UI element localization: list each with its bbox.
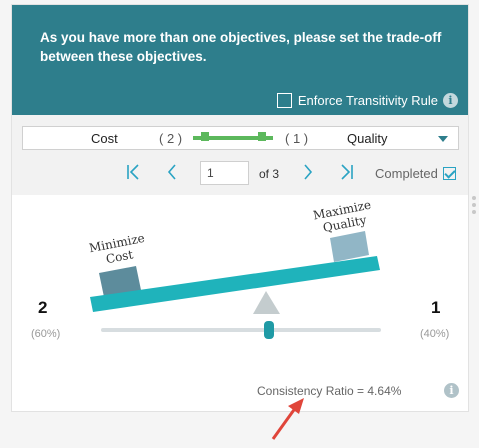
scrollbar-handle[interactable] [472, 196, 476, 224]
seesaw-fulcrum [253, 291, 280, 314]
left-weight-percent: (60%) [31, 328, 61, 340]
right-weight-percent: (40%) [420, 328, 450, 340]
info-icon[interactable]: i [444, 383, 459, 398]
right-weight-box [330, 231, 369, 262]
balance-slider-track [101, 328, 381, 332]
seesaw-graphic [90, 231, 381, 339]
annotation-arrow-icon [271, 398, 304, 440]
left-weight-value: 2 [38, 298, 48, 317]
balance-slider-knob [264, 321, 274, 339]
tradeoff-panel: As you have more than one objectives, pl… [11, 4, 469, 412]
right-weight-value: 1 [431, 298, 441, 317]
